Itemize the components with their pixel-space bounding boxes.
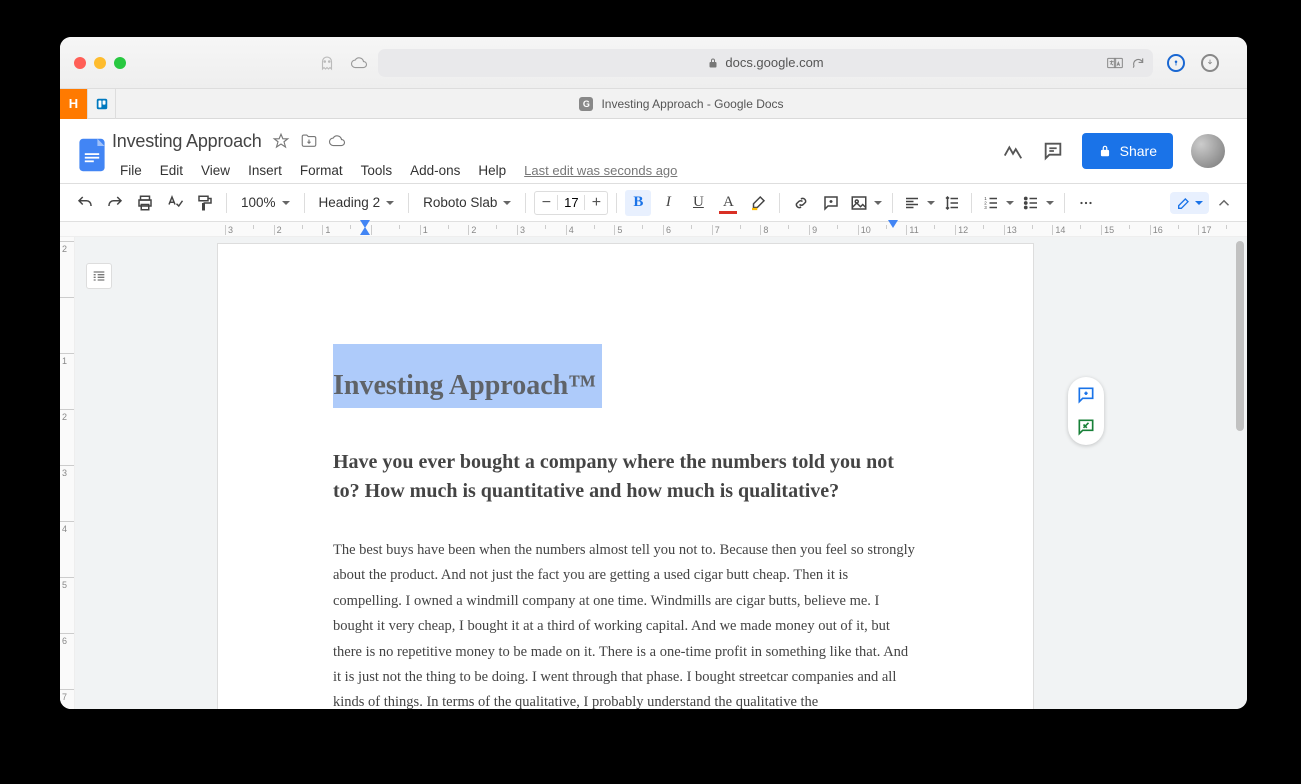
app-window: docs.google.com H G Investing Approach -…: [60, 37, 1247, 709]
share-button[interactable]: Share: [1082, 133, 1173, 169]
paint-format-button[interactable]: [192, 190, 218, 216]
lock-icon: [1098, 144, 1112, 158]
bold-button[interactable]: B: [625, 190, 651, 216]
print-button[interactable]: [132, 190, 158, 216]
line-spacing-dropdown[interactable]: [941, 190, 963, 216]
fullscreen-window-button[interactable]: [114, 57, 126, 69]
pinned-tab-trello[interactable]: [88, 89, 116, 119]
collapse-toolbar-button[interactable]: [1215, 194, 1235, 212]
outline-toggle-button[interactable]: [86, 263, 112, 289]
bullet-list-dropdown[interactable]: [1020, 190, 1056, 216]
suggest-edits-button[interactable]: [1076, 417, 1096, 437]
translate-icon[interactable]: [1107, 56, 1123, 70]
address-text: docs.google.com: [725, 55, 823, 70]
document-page[interactable]: Investing Approach™ Have you ever bought…: [217, 243, 1034, 709]
minimize-window-button[interactable]: [94, 57, 106, 69]
editor-area: 212345678 Investing Approach™ Have you e…: [60, 237, 1247, 709]
italic-button[interactable]: I: [655, 190, 681, 216]
menu-insert[interactable]: Insert: [240, 161, 290, 180]
docs-favicon: G: [579, 97, 593, 111]
menu-format[interactable]: Format: [292, 161, 351, 180]
fontsize-value[interactable]: 17: [557, 195, 585, 210]
close-window-button[interactable]: [74, 57, 86, 69]
zoom-dropdown[interactable]: 100%: [235, 190, 296, 216]
vertical-ruler[interactable]: 212345678: [60, 237, 75, 709]
reload-icon[interactable]: [1131, 56, 1145, 70]
menu-bar: File Edit View Insert Format Tools Add-o…: [112, 157, 1002, 183]
fontsize-stepper: − 17 +: [534, 191, 608, 215]
comment-button[interactable]: [818, 190, 844, 216]
menu-tools[interactable]: Tools: [353, 161, 401, 180]
horizontal-ruler[interactable]: 3211234567891011121314151617: [60, 222, 1247, 237]
fontsize-decrease[interactable]: −: [535, 194, 557, 212]
floating-comment-buttons: [1068, 377, 1104, 445]
doc-paragraph: The best buys have been when the numbers…: [333, 538, 918, 709]
menu-edit[interactable]: Edit: [152, 161, 191, 180]
browser-titlebar: docs.google.com: [60, 37, 1247, 89]
docs-header: Investing Approach File Edit View Insert…: [60, 119, 1247, 184]
menu-addons[interactable]: Add-ons: [402, 161, 468, 180]
text-color-button[interactable]: A: [715, 190, 741, 216]
menu-view[interactable]: View: [193, 161, 238, 180]
window-controls: [74, 57, 126, 69]
onepassword-icon[interactable]: [1167, 54, 1185, 72]
highlight-button[interactable]: [745, 190, 771, 216]
last-edit-link[interactable]: Last edit was seconds ago: [524, 163, 677, 178]
underline-button[interactable]: U: [685, 190, 711, 216]
svg-text:3: 3: [985, 205, 988, 210]
tab-title: Investing Approach - Google Docs: [601, 97, 783, 111]
add-comment-button[interactable]: [1076, 385, 1096, 405]
more-button[interactable]: [1073, 190, 1099, 216]
doc-heading-2: Have you ever bought a company where the…: [333, 448, 918, 506]
selected-heading[interactable]: Investing Approach™: [333, 344, 602, 408]
scroll-thumb[interactable]: [1236, 241, 1244, 431]
vertical-scrollbar[interactable]: [1232, 237, 1246, 709]
downloads-icon[interactable]: [1201, 54, 1219, 72]
comments-icon[interactable]: [1042, 140, 1064, 162]
menu-help[interactable]: Help: [470, 161, 514, 180]
activity-icon[interactable]: [1002, 140, 1024, 162]
star-icon[interactable]: [272, 132, 290, 150]
lock-icon: [707, 57, 719, 69]
docs-logo[interactable]: [72, 127, 112, 182]
link-button[interactable]: [788, 190, 814, 216]
align-dropdown[interactable]: [901, 190, 937, 216]
account-avatar[interactable]: [1191, 134, 1225, 168]
numbered-list-dropdown[interactable]: 123: [980, 190, 1016, 216]
fontsize-increase[interactable]: +: [585, 194, 607, 212]
cloud-status-icon[interactable]: [328, 132, 346, 150]
active-tab[interactable]: G Investing Approach - Google Docs: [116, 97, 1247, 111]
move-icon[interactable]: [300, 132, 318, 150]
share-button-label: Share: [1120, 143, 1157, 159]
undo-button[interactable]: [72, 190, 98, 216]
browser-tabstrip: H G Investing Approach - Google Docs: [60, 89, 1247, 119]
cloud-icon[interactable]: [350, 54, 368, 72]
menu-file[interactable]: File: [112, 161, 150, 180]
address-bar[interactable]: docs.google.com: [378, 49, 1153, 77]
editing-mode-dropdown[interactable]: [1170, 192, 1209, 214]
pinned-tab-h[interactable]: H: [60, 89, 88, 119]
document-title[interactable]: Investing Approach: [112, 131, 262, 152]
format-toolbar: 100% Heading 2 Roboto Slab − 17 + B I U …: [60, 184, 1247, 222]
doc-heading-1: Investing Approach™: [333, 370, 596, 401]
spellcheck-button[interactable]: [162, 190, 188, 216]
ghost-extension-icon[interactable]: [318, 54, 336, 72]
image-dropdown[interactable]: [848, 190, 884, 216]
redo-button[interactable]: [102, 190, 128, 216]
style-dropdown[interactable]: Heading 2: [313, 190, 401, 216]
font-dropdown[interactable]: Roboto Slab: [417, 190, 517, 216]
